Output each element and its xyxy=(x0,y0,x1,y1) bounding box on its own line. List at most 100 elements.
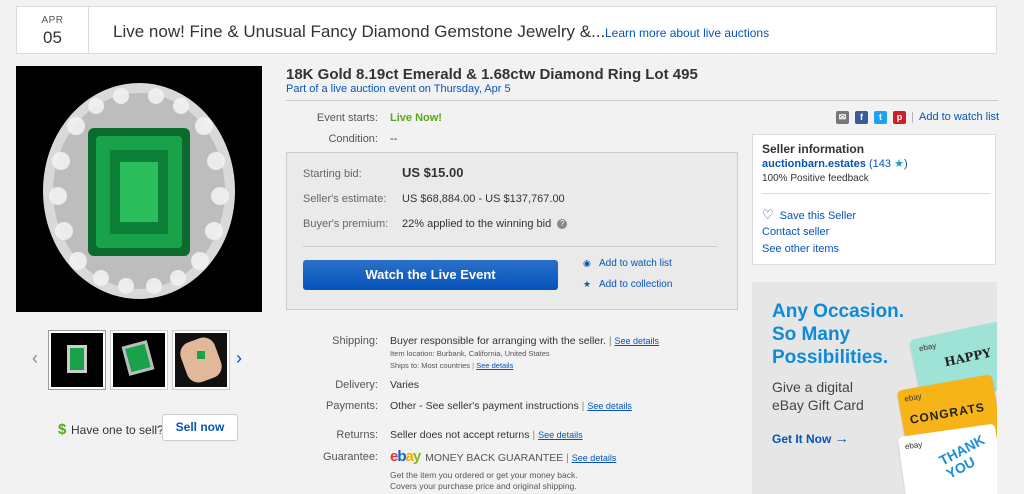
guarantee-see-details[interactable]: See details xyxy=(572,453,617,463)
event-date: APR 05 xyxy=(17,7,89,53)
divider xyxy=(303,246,717,247)
payments-row: Other - See seller's payment instruction… xyxy=(390,400,632,412)
starting-bid-label: Starting bid: xyxy=(303,168,362,180)
main-product-image[interactable] xyxy=(16,66,262,312)
thumbnail-strip: ‹ › xyxy=(16,330,262,390)
ad-headline-1: Any Occasion. xyxy=(772,301,904,322)
starting-bid-value: US $15.00 xyxy=(402,165,464,180)
ad-cta-label: Get It Now xyxy=(772,432,832,446)
gift-card-thankyou-text: THANK YOU xyxy=(936,431,988,482)
save-seller-label: Save this Seller xyxy=(779,210,857,222)
ring-image xyxy=(16,66,262,312)
auction-title[interactable]: Live now! Fine & Unusual Fancy Diamond G… xyxy=(113,22,605,42)
next-arrow-icon[interactable]: › xyxy=(236,348,242,369)
guarantee-line-1: Get the item you ordered or get your mon… xyxy=(390,470,578,480)
eye-icon: ◉ xyxy=(583,258,591,268)
add-to-watch-list-side[interactable]: ◉ Add to watch list xyxy=(583,258,672,269)
estimate-label: Seller's estimate: xyxy=(303,193,387,205)
feedback-count[interactable]: (143 xyxy=(869,158,891,170)
email-icon[interactable]: ✉ xyxy=(836,111,849,124)
payments-label: Payments: xyxy=(326,400,378,412)
ad-sub-2: eBay Gift Card xyxy=(772,397,864,413)
delivery-label: Delivery: xyxy=(335,379,378,391)
divider xyxy=(286,100,998,101)
guarantee-line-2: Covers your purchase price and original … xyxy=(390,481,577,491)
see-other-items-link[interactable]: See other items xyxy=(762,243,839,255)
arrow-right-icon: → xyxy=(834,430,849,446)
contact-seller-link[interactable]: Contact seller xyxy=(762,226,829,238)
premium-row: 22% applied to the winning bid? xyxy=(402,218,568,230)
condition-label: Condition: xyxy=(328,133,378,145)
shipping-row: Buyer responsible for arranging with the… xyxy=(390,335,660,347)
live-auction-banner: APR 05 Live now! Fine & Unusual Fancy Di… xyxy=(16,6,997,54)
get-it-now-link[interactable]: Get It Now → xyxy=(772,430,849,446)
returns-see-details[interactable]: See details xyxy=(538,430,583,440)
condition-value: -- xyxy=(390,133,398,145)
add-watch-label: Add to watch list xyxy=(599,258,672,269)
divider xyxy=(762,193,990,194)
estimate-value: US $68,884.00 - US $137,767.00 xyxy=(402,193,565,205)
event-starts-label: Event starts: xyxy=(316,112,378,124)
learn-more-link[interactable]: Learn more about live auctions xyxy=(605,26,769,40)
auction-event-link[interactable]: Part of a live auction event on Thursday… xyxy=(286,83,511,95)
twitter-icon[interactable]: t xyxy=(874,111,887,124)
premium-value: 22% applied to the winning bid xyxy=(402,218,552,230)
add-collection-label: Add to collection xyxy=(599,279,673,290)
sell-label: Have one to sell? xyxy=(71,423,164,437)
payments-see-details[interactable]: See details xyxy=(587,401,632,411)
shipping-see-details[interactable]: See details xyxy=(615,336,660,346)
shipping-value: Buyer responsible for arranging with the… xyxy=(390,335,606,347)
watch-live-event-button[interactable]: Watch the Live Event xyxy=(303,260,558,290)
ships-to-value: Ships to: Most countries xyxy=(390,361,471,370)
guarantee-value: MONEY BACK GUARANTEE xyxy=(425,452,564,464)
item-title: 18K Gold 8.19ct Emerald & 1.68ctw Diamon… xyxy=(286,66,698,83)
pinterest-icon[interactable]: p xyxy=(893,111,906,124)
premium-label: Buyer's premium: xyxy=(303,218,389,230)
gift-card-ad[interactable]: Any Occasion. So Many Possibilities. Giv… xyxy=(752,282,997,494)
delivery-value: Varies xyxy=(390,379,419,391)
ad-sub-1: Give a digital xyxy=(772,379,853,395)
returns-label: Returns: xyxy=(336,429,378,441)
sell-now-button[interactable]: Sell now xyxy=(162,414,238,441)
add-to-watch-list-link[interactable]: Add to watch list xyxy=(919,111,999,123)
positive-feedback: 100% Positive feedback xyxy=(762,173,869,184)
feedback-star-icon: ★ xyxy=(894,158,904,170)
ships-to-row: Ships to: Most countries | See details xyxy=(390,361,514,370)
payments-value: Other - See seller's payment instruction… xyxy=(390,400,579,412)
event-starts-value: Live Now! xyxy=(390,112,442,124)
facebook-icon[interactable]: f xyxy=(855,111,868,124)
gift-card-happy-text: HAPPY xyxy=(943,345,993,370)
event-month: APR xyxy=(41,15,64,26)
seller-name-link[interactable]: auctionbarn.estates xyxy=(762,158,866,170)
guarantee-row: ebay MONEY BACK GUARANTEE | See details xyxy=(390,448,617,465)
thumbnail-3[interactable] xyxy=(172,330,230,390)
bid-box: Starting bid: US $15.00 Seller's estimat… xyxy=(286,152,738,310)
gift-card-thankyou: ebay THANK YOU xyxy=(897,423,997,494)
heart-icon: ♡ xyxy=(762,207,774,222)
returns-value: Seller does not accept returns xyxy=(390,429,530,441)
returns-row: Seller does not accept returns | See det… xyxy=(390,429,583,441)
event-day: 05 xyxy=(43,28,62,47)
add-to-collection-link[interactable]: ★ Add to collection xyxy=(583,279,672,290)
thumbnail-2[interactable] xyxy=(110,330,168,390)
ad-headline-2: So Many xyxy=(772,324,851,345)
dollar-icon: $ xyxy=(58,421,67,438)
save-seller-link[interactable]: ♡ Save this Seller xyxy=(762,207,856,223)
help-icon[interactable]: ? xyxy=(557,219,568,230)
seller-name-row: auctionbarn.estates (143 ★) xyxy=(762,158,908,170)
seller-info-panel: Seller information auctionbarn.estates (… xyxy=(752,134,996,265)
gift-card-congrats-text: CONGRATS xyxy=(908,399,986,427)
shipping-label: Shipping: xyxy=(332,335,378,347)
ebay-logo-icon: ebay xyxy=(390,448,421,465)
item-location: Item location: Burbank, California, Unit… xyxy=(390,349,550,358)
seller-heading: Seller information xyxy=(762,142,865,156)
thumbnail-1[interactable] xyxy=(48,330,106,390)
divider: | xyxy=(911,111,914,123)
ad-headline: Any Occasion. So Many Possibilities. xyxy=(772,300,904,369)
star-icon: ★ xyxy=(583,279,592,289)
guarantee-label: Guarantee: xyxy=(322,451,378,463)
ships-to-see-details[interactable]: See details xyxy=(476,361,513,370)
prev-arrow-icon[interactable]: ‹ xyxy=(32,348,38,369)
ad-headline-3: Possibilities. xyxy=(772,347,889,368)
ad-subtext: Give a digital eBay Gift Card xyxy=(772,378,864,414)
